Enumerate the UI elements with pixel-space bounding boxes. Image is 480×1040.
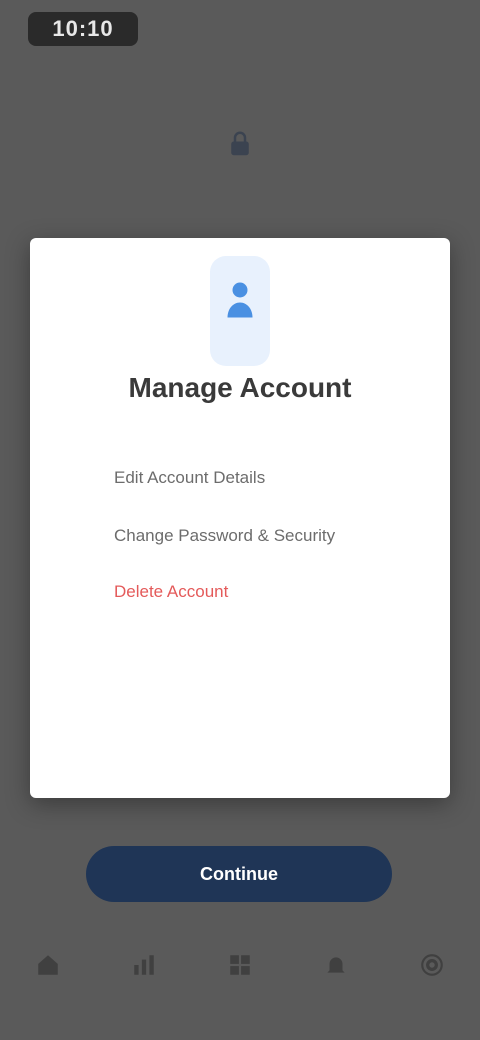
user-icon (210, 256, 270, 366)
delete-account-item[interactable]: Delete Account (114, 582, 228, 602)
home-icon[interactable] (28, 945, 68, 985)
modal-title: Manage Account (128, 372, 352, 403)
edit-account-details-item[interactable]: Edit Account Details (114, 468, 265, 488)
settings-icon[interactable] (412, 945, 452, 985)
bottom-nav (0, 930, 480, 1000)
bell-icon[interactable] (316, 945, 356, 985)
status-time: 10:10 (28, 12, 138, 46)
continue-button[interactable]: Continue (86, 846, 392, 902)
chart-icon[interactable] (124, 945, 164, 985)
change-password-item[interactable]: Change Password & Security (114, 526, 335, 546)
status-bar: 10:10 (0, 0, 480, 60)
grid-icon[interactable] (220, 945, 260, 985)
manage-account-modal: Manage Account Edit Account Details Chan… (30, 238, 450, 798)
lock-icon[interactable] (218, 122, 262, 166)
